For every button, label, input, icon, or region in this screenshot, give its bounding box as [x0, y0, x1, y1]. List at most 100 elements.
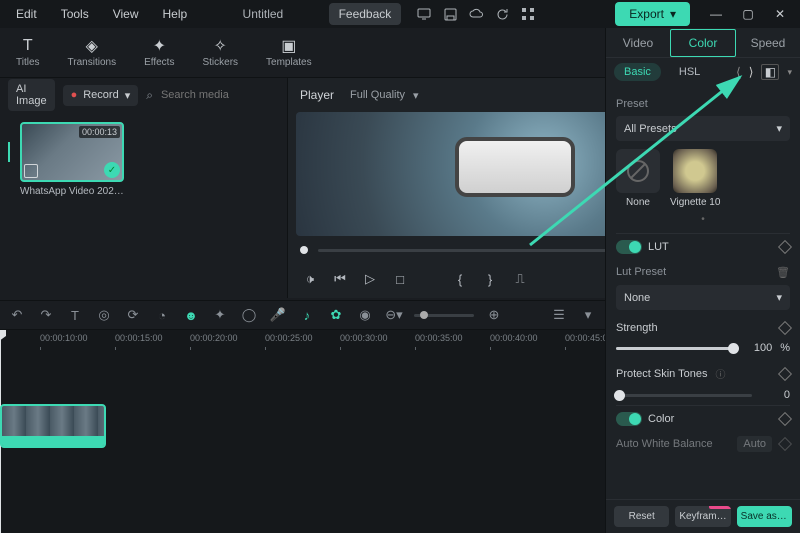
- save-custom-button[interactable]: Save as cu...: [737, 506, 792, 527]
- redo-icon[interactable]: ↷: [37, 306, 55, 324]
- media-clip[interactable]: 00:00:13 ✓ WhatsApp Video 2023-10-05...: [20, 122, 124, 288]
- subtab-prev-icon[interactable]: ⟨: [736, 65, 741, 79]
- maximize-button[interactable]: ▢: [734, 5, 762, 23]
- marker-tl-icon[interactable]: ◉: [356, 306, 374, 324]
- quality-select[interactable]: Full Quality▾: [350, 89, 419, 102]
- timeline-clip[interactable]: [0, 404, 106, 448]
- close-button[interactable]: ✕: [766, 5, 794, 23]
- keyframe-icon[interactable]: [778, 437, 792, 451]
- cloud-icon[interactable]: [465, 3, 487, 25]
- group-icon[interactable]: ⊖▾: [385, 306, 403, 324]
- mic-icon[interactable]: 🎤: [269, 306, 287, 324]
- tab-stickers[interactable]: ✧Stickers: [192, 33, 248, 72]
- prev-frame-button[interactable]: ⏮: [330, 269, 350, 289]
- ruler-tick: 00:00:40:00: [490, 333, 538, 343]
- grid-icon[interactable]: [517, 3, 539, 25]
- text-tool-icon[interactable]: T: [66, 306, 84, 324]
- effects-tl-icon[interactable]: ✦: [211, 306, 229, 324]
- seek-start-handle[interactable]: [300, 246, 308, 254]
- none-icon: [616, 149, 660, 193]
- menu-tools[interactable]: Tools: [51, 3, 99, 25]
- record-dot-icon: ●: [71, 89, 78, 101]
- preset-pager[interactable]: •: [616, 214, 790, 225]
- info-icon[interactable]: ⓘ: [716, 366, 726, 381]
- save-icon[interactable]: [439, 3, 461, 25]
- preset-vignette[interactable]: Vignette 10: [670, 149, 720, 208]
- keyframe-button[interactable]: Keyframe P...BETA: [675, 506, 730, 527]
- speed-icon[interactable]: ⟳: [124, 306, 142, 324]
- delete-icon[interactable]: 🗑: [776, 266, 790, 279]
- mask-icon[interactable]: ◯: [240, 306, 258, 324]
- preset-none-label: None: [626, 197, 650, 208]
- marker-icon[interactable]: ⎍: [510, 269, 530, 289]
- side-tab-color[interactable]: Color: [670, 29, 736, 57]
- clip-thumbnail[interactable]: 00:00:13 ✓: [20, 122, 124, 182]
- list-view-icon[interactable]: ☰: [550, 306, 568, 324]
- zoom-slider[interactable]: [414, 314, 474, 317]
- undo-icon[interactable]: ↶: [8, 306, 26, 324]
- color-toggle[interactable]: [616, 412, 642, 426]
- tab-templates[interactable]: ▣Templates: [256, 33, 322, 72]
- menu-view[interactable]: View: [103, 3, 149, 25]
- tab-effects[interactable]: ✦Effects: [134, 33, 184, 72]
- strength-slider[interactable]: [616, 347, 734, 350]
- ai-image-button[interactable]: AI Image: [8, 79, 55, 111]
- stop-button[interactable]: □: [390, 269, 410, 289]
- keyframe-icon[interactable]: [778, 366, 792, 380]
- record-label: Record: [83, 89, 118, 101]
- seek-bar[interactable]: [318, 249, 627, 252]
- tab-transitions[interactable]: ◈Transitions: [58, 33, 127, 72]
- screen-icon[interactable]: [413, 3, 435, 25]
- preset-none[interactable]: None: [616, 149, 660, 208]
- robot-icon[interactable]: ✿: [327, 306, 345, 324]
- stickers-icon: ✧: [214, 37, 227, 55]
- ai-icon[interactable]: ☻: [182, 306, 200, 324]
- export-button[interactable]: Export▾: [615, 2, 690, 26]
- side-tab-video[interactable]: Video: [606, 30, 670, 56]
- subtab-hsl[interactable]: HSL: [669, 63, 710, 81]
- music-icon[interactable]: ♪: [298, 306, 316, 324]
- reset-button[interactable]: Reset: [614, 506, 669, 527]
- vignette-swatch: [673, 149, 717, 193]
- compare-icon[interactable]: ◧: [761, 64, 779, 80]
- subtab-basic[interactable]: Basic: [614, 63, 661, 81]
- awb-auto-button[interactable]: Auto: [737, 436, 772, 452]
- media-selection-indicator: [8, 142, 10, 162]
- color-icon[interactable]: ◔: [153, 306, 171, 324]
- keyframe-icon[interactable]: [778, 321, 792, 335]
- video-content: [455, 137, 575, 197]
- transitions-icon: ◈: [86, 37, 98, 55]
- lut-preset-dropdown[interactable]: None▾: [616, 285, 790, 310]
- feedback-button[interactable]: Feedback: [329, 3, 402, 25]
- expand-icon[interactable]: [24, 164, 38, 178]
- play-button[interactable]: ▷: [360, 269, 380, 289]
- crop-icon[interactable]: ◎: [95, 306, 113, 324]
- ruler-tick: 00:00:10:00: [40, 333, 88, 343]
- subtab-next-icon[interactable]: ⟩: [749, 65, 754, 79]
- keyframe-icon[interactable]: [778, 240, 792, 254]
- search-input[interactable]: [161, 89, 303, 101]
- strength-label: Strength: [616, 322, 658, 334]
- speaker-icon[interactable]: 🕩: [300, 269, 320, 289]
- zoom-in-icon[interactable]: ⊕: [485, 306, 503, 324]
- menu-edit[interactable]: Edit: [6, 3, 47, 25]
- lut-toggle[interactable]: [616, 240, 642, 254]
- settings-icon[interactable]: ▾: [579, 306, 597, 324]
- tab-titles[interactable]: TTitles: [6, 33, 50, 72]
- minimize-button[interactable]: —: [702, 5, 730, 23]
- record-button[interactable]: ●Record▾: [63, 85, 139, 106]
- chevron-down-icon[interactable]: ▾: [787, 67, 792, 78]
- refresh-icon[interactable]: [491, 3, 513, 25]
- menu-help[interactable]: Help: [153, 3, 198, 25]
- preset-dropdown[interactable]: All Presets▾: [616, 116, 790, 141]
- timeline-ruler[interactable]: 00:00:10:00 00:00:15:00 00:00:20:00 00:0…: [0, 330, 605, 350]
- side-tab-speed[interactable]: Speed: [736, 30, 800, 56]
- color-label: Color: [648, 413, 674, 425]
- awb-label: Auto White Balance: [616, 438, 713, 450]
- tab-templates-label: Templates: [266, 57, 312, 68]
- search-icon: ⌕: [146, 88, 153, 103]
- protect-slider[interactable]: [616, 394, 752, 397]
- keyframe-icon[interactable]: [778, 412, 792, 426]
- mark-in-button[interactable]: {: [450, 269, 470, 289]
- mark-out-button[interactable]: }: [480, 269, 500, 289]
